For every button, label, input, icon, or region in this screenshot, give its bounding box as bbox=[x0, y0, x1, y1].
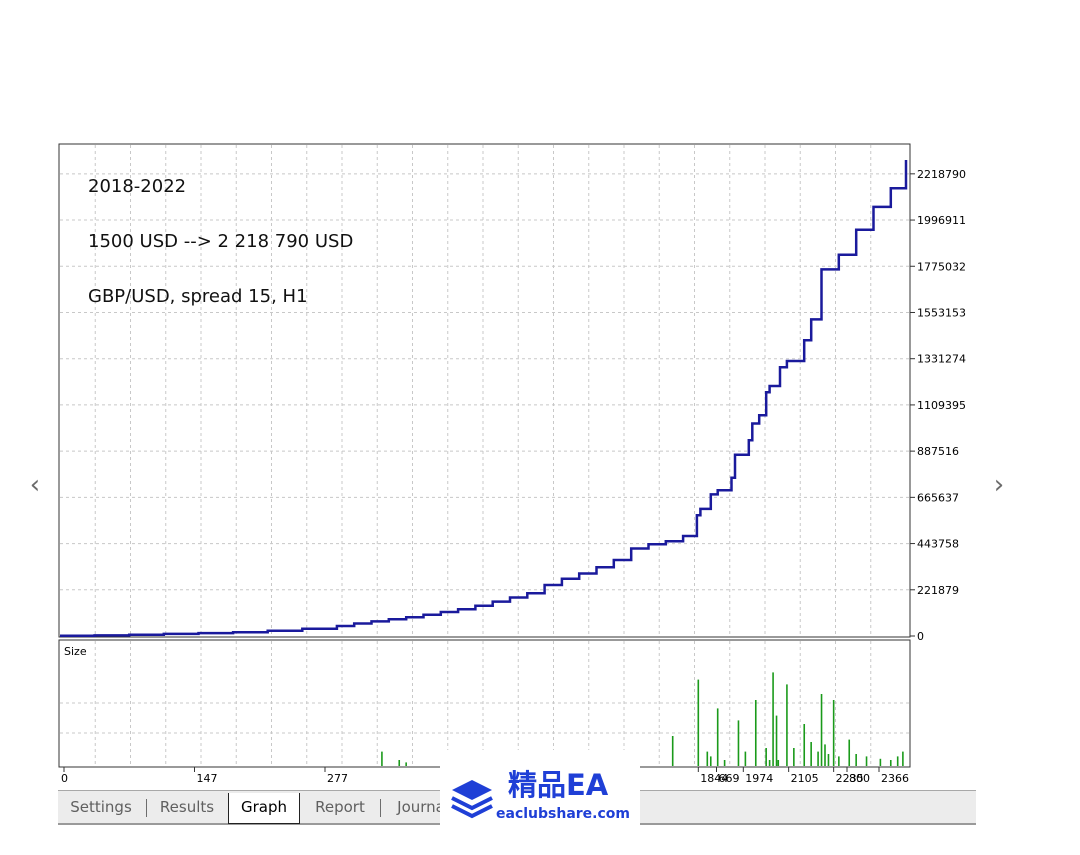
y-tick-label: 0 bbox=[917, 630, 924, 643]
y-tick-label: 1775032 bbox=[917, 260, 966, 273]
x-tick-label: 277 bbox=[327, 772, 348, 785]
x-tick-label: 2366 bbox=[881, 772, 909, 785]
annotation-instrument: GBP/USD, spread 15, H1 bbox=[88, 286, 308, 307]
annotation-growth: 1500 USD --> 2 218 790 USD bbox=[88, 231, 353, 252]
tab-report[interactable]: Report bbox=[306, 793, 374, 821]
balance-y-axis: 2218790199691117750321553153133127411093… bbox=[910, 168, 966, 643]
tab-results[interactable]: Results bbox=[152, 793, 222, 821]
y-tick-label: 887516 bbox=[917, 445, 959, 458]
balance-panel bbox=[58, 143, 911, 638]
y-tick-label: 1331274 bbox=[917, 353, 966, 366]
x-tick-label: 2235 bbox=[836, 772, 864, 785]
x-tick-label: 1974 bbox=[745, 772, 773, 785]
size-panel-title: Size bbox=[64, 645, 87, 658]
x-tick-label: 0 bbox=[61, 772, 68, 785]
layers-logo-icon bbox=[451, 780, 493, 819]
watermark: 精品EA eaclubshare.com bbox=[440, 750, 640, 832]
annotation-period: 2018-2022 bbox=[88, 176, 186, 197]
tab-graph[interactable]: Graph bbox=[228, 793, 300, 824]
tab-separator bbox=[146, 799, 147, 817]
chevron-left-icon: ‹ bbox=[29, 470, 41, 500]
y-tick-label: 443758 bbox=[917, 538, 959, 551]
prev-image-button[interactable]: ‹ bbox=[24, 470, 46, 500]
watermark-url: eaclubshare.com bbox=[496, 806, 630, 822]
watermark-title: 精品EA bbox=[508, 768, 609, 802]
backtest-chart: 2218790199691117750321553153133127411093… bbox=[58, 143, 966, 785]
y-tick-label: 221879 bbox=[917, 584, 959, 597]
next-image-button[interactable]: › bbox=[988, 470, 1010, 500]
x-tick-label: 147 bbox=[197, 772, 218, 785]
x-tick-label: 1844 bbox=[700, 772, 728, 785]
tab-settings[interactable]: Settings bbox=[62, 793, 140, 821]
y-tick-label: 665637 bbox=[917, 491, 959, 504]
tab-separator bbox=[380, 799, 381, 817]
chevron-right-icon: › bbox=[993, 470, 1005, 500]
x-tick-label: 2105 bbox=[791, 772, 819, 785]
y-tick-label: 2218790 bbox=[917, 168, 966, 181]
y-tick-label: 1996911 bbox=[917, 214, 966, 227]
y-tick-label: 1553153 bbox=[917, 306, 966, 319]
y-tick-label: 1109395 bbox=[917, 399, 966, 412]
